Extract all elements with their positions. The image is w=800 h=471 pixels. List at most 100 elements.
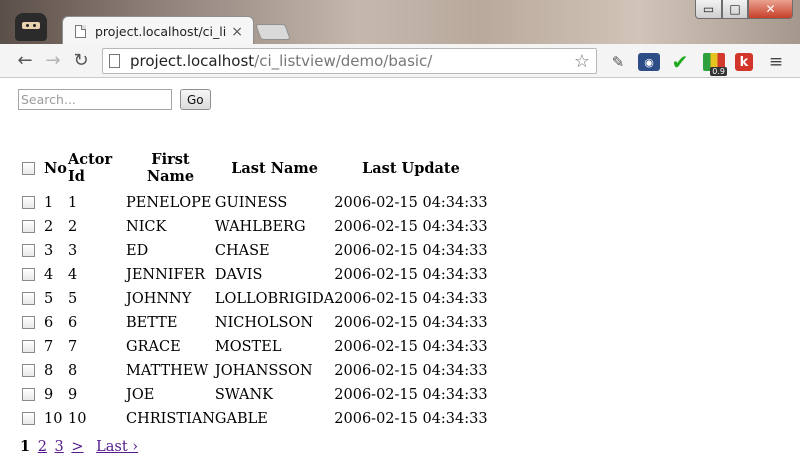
cell-last-name: JOHANSSON [214, 363, 313, 379]
cell-last-update: 2006-02-15 04:34:33 [334, 315, 488, 331]
page-content: Go No Actor Id First Name Last Name Last… [0, 79, 800, 471]
cell-last-update: 2006-02-15 04:34:33 [334, 411, 488, 427]
cell-last-update: 2006-02-15 04:34:33 [334, 243, 488, 259]
cell-last-name: LOLLOBRIGIDA [214, 291, 335, 307]
header-no[interactable]: No [44, 149, 68, 191]
klout-extension-icon[interactable]: k [735, 53, 753, 71]
go-button[interactable]: Go [180, 89, 211, 110]
row-checkbox-cell [22, 287, 44, 311]
new-tab-button[interactable] [255, 24, 291, 40]
select-all-checkbox[interactable] [22, 161, 35, 175]
table-row: 7 7 GRACE MOSTEL 2006-02-15 04:34:33 [22, 335, 488, 359]
profile-avatar-icon[interactable] [15, 13, 47, 41]
header-last-name[interactable]: Last Name [215, 149, 334, 191]
table-row: 1 1 PENELOPE GUINESS 2006-02-15 04:34:33 [22, 191, 488, 215]
cell-last-name: MOSTEL [214, 339, 282, 355]
row-checkbox-cell [22, 239, 44, 263]
cell-no: 4 [44, 267, 54, 283]
page-stats-extension-icon[interactable]: 0.9 [703, 53, 727, 76]
stats-badge: 0.9 [710, 67, 727, 76]
table-row: 10 10 CHRISTIAN GABLE 2006-02-15 04:34:33 [22, 407, 488, 431]
url-host: project.localhost [130, 52, 255, 70]
close-window-button[interactable]: ✕ [748, 0, 793, 19]
header-first-name[interactable]: First Name [126, 149, 215, 191]
back-button[interactable]: ← [11, 47, 39, 75]
row-checkbox-cell [22, 407, 44, 431]
row-checkbox[interactable] [22, 364, 35, 377]
cell-no: 1 [44, 195, 54, 211]
cell-last-name: SWANK [214, 387, 273, 403]
cell-first-name: CHRISTIAN [126, 411, 215, 427]
page-link-3[interactable]: 3 [55, 439, 64, 455]
cell-last-update: 2006-02-15 04:34:33 [334, 195, 488, 211]
row-checkbox-cell [22, 359, 44, 383]
page-icon [109, 54, 120, 68]
cell-actor-id: 1 [68, 195, 78, 211]
page-next-link[interactable]: > [71, 439, 83, 455]
tab-close-icon[interactable]: × [231, 25, 243, 39]
tab-title: project.localhost/ci_listvie [95, 24, 227, 39]
cell-last-update: 2006-02-15 04:34:33 [334, 387, 488, 403]
window-titlebar: project.localhost/ci_listvie × ▭ □ ✕ [0, 0, 800, 46]
page-current: 1 [20, 438, 31, 455]
address-bar[interactable]: project.localhost/ci_listview/demo/basic… [102, 48, 597, 74]
cell-first-name: ED [126, 243, 149, 259]
cell-last-name: WAHLBERG [214, 219, 306, 235]
select-all-checkbox-cell [22, 149, 44, 191]
cell-first-name: JOHNNY [126, 291, 192, 307]
eyedropper-extension-icon[interactable]: ✎ [608, 53, 628, 71]
cell-no: 7 [44, 339, 54, 355]
row-checkbox-cell [22, 383, 44, 407]
cell-last-update: 2006-02-15 04:34:33 [334, 267, 488, 283]
page-icon [75, 25, 86, 38]
cell-no: 9 [44, 387, 54, 403]
browser-tab-active[interactable]: project.localhost/ci_listvie × [62, 16, 254, 46]
header-actor-id[interactable]: Actor Id [68, 149, 126, 191]
row-checkbox[interactable] [22, 388, 35, 401]
cell-first-name: GRACE [126, 339, 181, 355]
row-checkbox[interactable] [22, 412, 35, 425]
row-checkbox[interactable] [22, 340, 35, 353]
cell-no: 6 [44, 315, 54, 331]
forward-button[interactable]: → [39, 47, 67, 75]
bookmark-star-icon[interactable]: ☆ [574, 51, 590, 72]
cell-last-update: 2006-02-15 04:34:33 [334, 291, 488, 307]
row-checkbox[interactable] [22, 244, 35, 257]
check-extension-icon[interactable]: ✔ [670, 50, 690, 74]
url-path: /ci_listview/demo/basic/ [254, 52, 433, 70]
header-last-update[interactable]: Last Update [334, 149, 487, 191]
reload-button[interactable]: ↻ [67, 47, 95, 75]
cell-last-name: CHASE [214, 243, 270, 259]
page-link-2[interactable]: 2 [38, 439, 47, 455]
cell-last-update: 2006-02-15 04:34:33 [334, 363, 488, 379]
search-form: Go [18, 89, 211, 110]
minimize-button[interactable]: ▭ [695, 0, 722, 19]
cell-first-name: PENELOPE [126, 195, 212, 211]
cell-actor-id: 5 [68, 291, 78, 307]
table-row: 3 3 ED CHASE 2006-02-15 04:34:33 [22, 239, 488, 263]
cell-last-update: 2006-02-15 04:34:33 [334, 219, 488, 235]
maximize-button[interactable]: □ [722, 0, 748, 19]
row-checkbox[interactable] [22, 220, 35, 233]
row-checkbox-cell [22, 263, 44, 287]
cell-no: 2 [44, 219, 54, 235]
row-checkbox[interactable] [22, 196, 35, 209]
pagination: 1 2 3 > Last › [20, 438, 138, 455]
row-checkbox-cell [22, 191, 44, 215]
search-input[interactable] [18, 89, 172, 110]
row-checkbox[interactable] [22, 292, 35, 305]
browser-menu-icon[interactable]: ≡ [766, 52, 786, 72]
screenshot-extension-icon[interactable]: ◉ [638, 53, 660, 71]
cell-no: 10 [44, 411, 63, 427]
cell-actor-id: 7 [68, 339, 78, 355]
cell-no: 8 [44, 363, 54, 379]
cell-first-name: NICK [126, 219, 167, 235]
row-checkbox-cell [22, 215, 44, 239]
row-checkbox[interactable] [22, 268, 35, 281]
table-row: 5 5 JOHNNY LOLLOBRIGIDA 2006-02-15 04:34:33 [22, 287, 488, 311]
row-checkbox[interactable] [22, 316, 35, 329]
page-last-link[interactable]: Last › [96, 439, 138, 455]
cell-last-name: GUINESS [214, 195, 288, 211]
row-checkbox-cell [22, 335, 44, 359]
cell-last-name: DAVIS [214, 267, 263, 283]
